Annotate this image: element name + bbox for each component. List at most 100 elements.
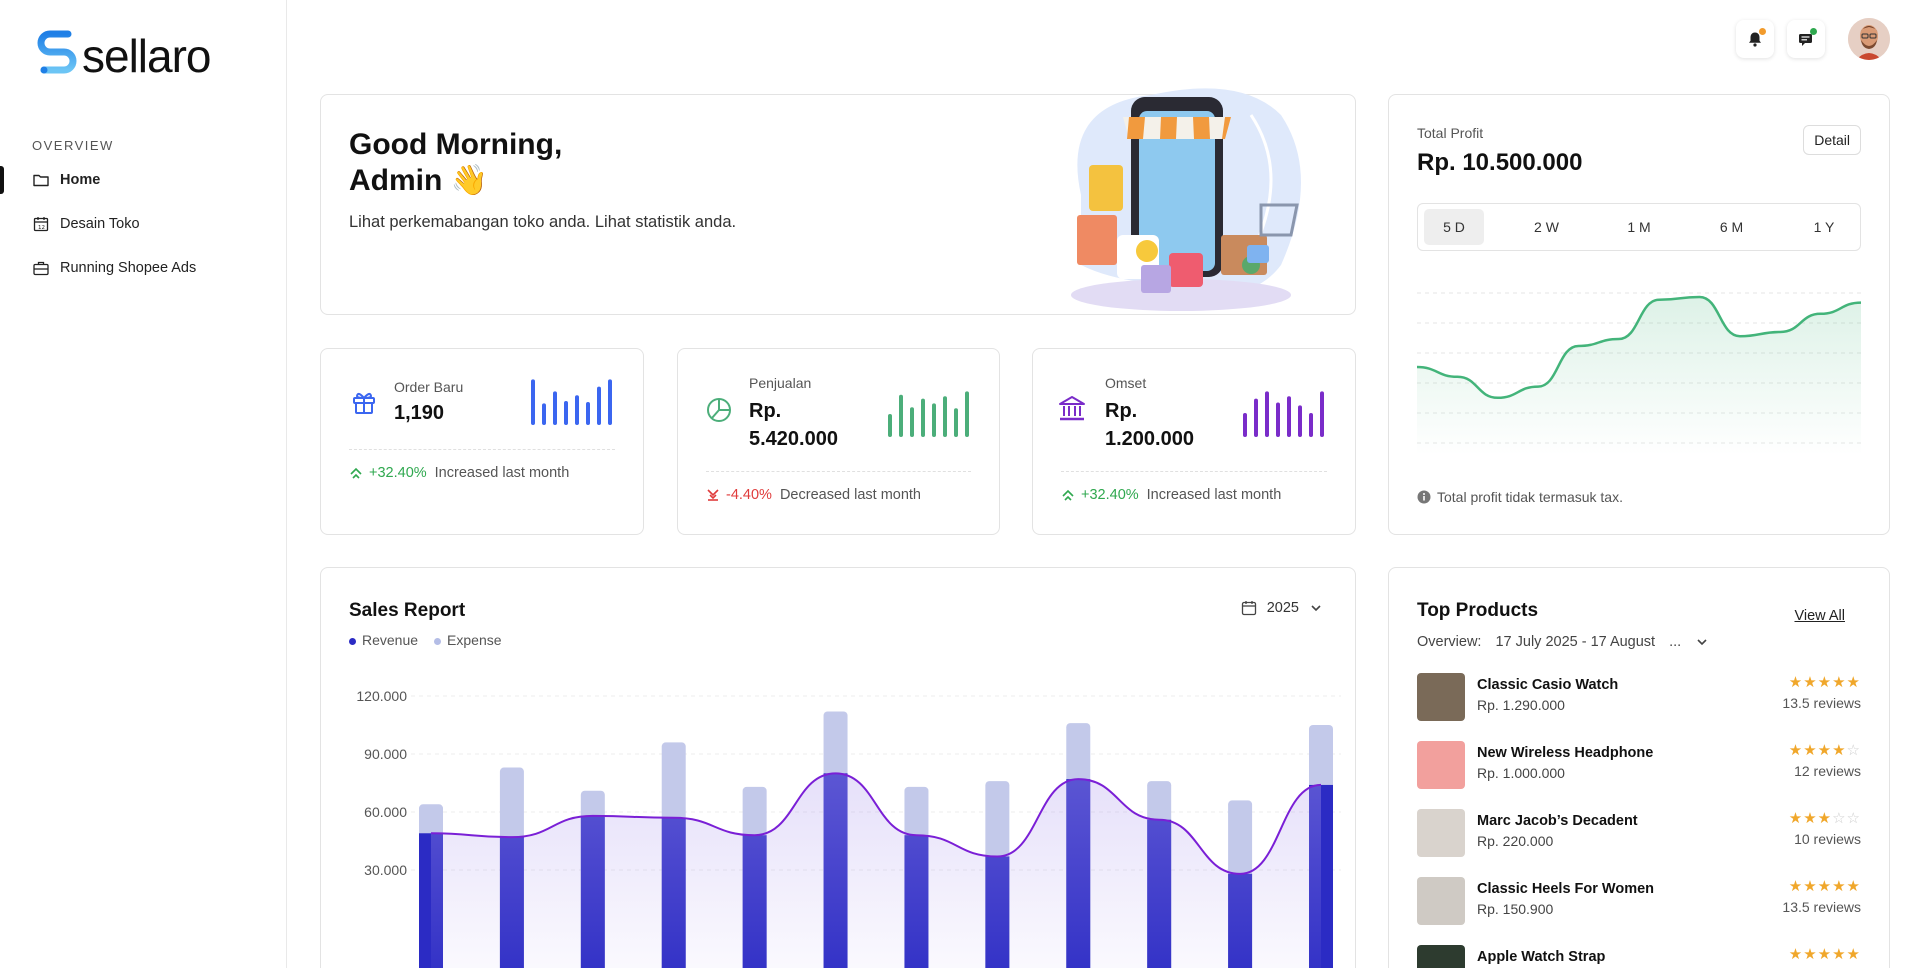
star-icon: ★ (1788, 946, 1804, 963)
stat-value-line-2: 5.420.000 (749, 428, 838, 450)
product-price: Rp. 220.000 (1477, 833, 1554, 849)
bank-icon (1059, 396, 1085, 421)
top-products-title: Top Products (1417, 600, 1539, 621)
mini-bar (932, 403, 936, 437)
star-icon: ★ (1832, 674, 1847, 691)
mini-bar (1254, 398, 1258, 437)
greeting-subtitle: Lihat perkemabangan toko anda. Lihat sta… (349, 213, 737, 231)
star-icon: ★ (1803, 810, 1818, 827)
star-icon: ☆ (1846, 742, 1861, 759)
mini-bar (608, 379, 612, 425)
messages-button[interactable] (1787, 20, 1825, 58)
product-item[interactable]: Apple Watch Strap ★★★★★ (1417, 943, 1861, 968)
product-rating: ★★★★☆ (1789, 741, 1861, 759)
trend-up-icon (350, 467, 362, 479)
svg-text:12: 12 (38, 225, 45, 231)
product-price: Rp. 150.900 (1477, 901, 1554, 917)
star-icon: ★ (1788, 878, 1804, 895)
legend-item-expense: Expense (434, 632, 502, 648)
mini-bar (575, 395, 579, 425)
overview-range-selector[interactable]: Overview: 17 July 2025 - 17 August ... (1417, 634, 1709, 650)
product-thumbnail (1417, 673, 1465, 721)
star-icon: ★ (1803, 946, 1818, 963)
year-value: 2025 (1266, 600, 1299, 616)
stat-note: Decreased last month (779, 487, 921, 503)
sidebar: sellaro OVERVIEW Home 12 Desain Toko Run… (0, 0, 287, 968)
pie-chart-icon (707, 398, 731, 422)
notification-dot (1759, 28, 1766, 35)
product-reviews: 13.5 reviews (1782, 899, 1861, 915)
product-item[interactable]: Classic Heels For Women Rp. 150.900 ★★★★★ 1… (1417, 875, 1861, 925)
trend-down-icon (707, 489, 719, 501)
star-icon: ★ (1846, 946, 1861, 963)
product-reviews: 13.5 reviews (1782, 695, 1861, 711)
tab-2w[interactable]: 2 W (1517, 209, 1577, 245)
sidebar-item-running-shopee-ads[interactable]: Running Shopee Ads (32, 257, 196, 279)
product-item[interactable]: Marc Jacob’s Decadent Rp. 220.000 ★★★☆☆ 10 … (1417, 807, 1861, 857)
product-name: Classic Heels For Women (1477, 881, 1655, 897)
stat-mini-bar-chart (531, 379, 612, 425)
y-tick-label: 30.000 (364, 862, 407, 878)
star-icon: ★ (1832, 878, 1847, 895)
notification-button[interactable] (1736, 20, 1774, 58)
stat-note: Increased last month (434, 465, 570, 481)
message-dot (1810, 28, 1817, 35)
star-icon: ★ (1832, 742, 1847, 759)
mini-bar (1320, 391, 1324, 437)
year-selector[interactable]: 2025 (1241, 600, 1323, 616)
mini-bar (1287, 396, 1291, 437)
stat-mini-bar-chart (1243, 391, 1324, 437)
star-icon: ★ (1846, 674, 1861, 691)
product-rating: ★★★★★ (1789, 945, 1861, 963)
product-thumbnail (1417, 741, 1465, 789)
greeting-card: Good Morning, Admin 👋 Lihat perkemabanga… (320, 88, 1356, 315)
view-all-link[interactable]: View All (1794, 608, 1845, 624)
star-icon: ☆ (1846, 810, 1861, 827)
star-icon: ★ (1817, 878, 1833, 895)
greeting-line-2: Admin 👋 (349, 164, 489, 197)
sidebar-item-desain-toko[interactable]: 12 Desain Toko (32, 213, 140, 235)
nav-section-title: OVERVIEW (32, 138, 114, 153)
product-rating: ★★★★★ (1789, 673, 1861, 691)
tab-1m[interactable]: 1 M (1609, 209, 1669, 245)
star-icon: ★ (1803, 742, 1818, 759)
tab-6m[interactable]: 6 M (1702, 209, 1762, 245)
sales-bar-chart: 120.000 90.000 60.000 30.000 (356, 688, 1341, 968)
mini-bar (531, 379, 535, 425)
stat-note: Increased last month (1146, 487, 1282, 503)
detail-button[interactable]: Detail (1803, 125, 1861, 155)
stat-label: Order Baru (394, 379, 464, 395)
product-thumbnail (1417, 809, 1465, 857)
product-price: Rp. 1.290.000 (1477, 697, 1565, 713)
stat-value: Rp. 5.420.000 (749, 397, 838, 453)
stat-footer: +32.40% Increased last month (349, 465, 569, 481)
overview-more: ... (1669, 634, 1682, 650)
product-item[interactable]: New Wireless Headphone Rp. 1.000.000 ★★★★☆… (1417, 739, 1861, 789)
info-icon (1417, 490, 1431, 504)
star-icon: ★ (1788, 674, 1804, 691)
avatar[interactable] (1848, 18, 1890, 60)
active-indicator (0, 166, 4, 194)
stat-change: +32.40% (1081, 487, 1139, 503)
brand-logo[interactable]: sellaro (36, 28, 212, 84)
mini-bar (564, 401, 568, 425)
star-icon: ★ (1803, 878, 1818, 895)
mini-bar (954, 408, 958, 437)
mini-bar (553, 391, 557, 425)
sidebar-item-home[interactable]: Home (32, 169, 100, 191)
calendar-icon (1241, 601, 1256, 616)
mini-bar (1276, 402, 1280, 437)
product-name: Classic Casio Watch (1477, 677, 1619, 693)
legend-label: Expense (447, 632, 502, 648)
star-icon: ★ (1803, 674, 1818, 691)
logo-s-icon (37, 30, 77, 74)
gift-icon (353, 392, 375, 414)
shop-illustration (1071, 88, 1301, 311)
stat-value-line-1: Rp. (1105, 400, 1138, 422)
sidebar-item-label: Running Shopee Ads (60, 260, 197, 276)
profit-line-chart (1417, 292, 1861, 455)
tab-5d[interactable]: 5 D (1424, 209, 1484, 245)
tab-1y[interactable]: 1 Y (1794, 209, 1854, 245)
product-item[interactable]: Classic Casio Watch Rp. 1.290.000 ★★★★★ 13.… (1417, 671, 1861, 721)
chevron-down-icon (1697, 639, 1707, 646)
